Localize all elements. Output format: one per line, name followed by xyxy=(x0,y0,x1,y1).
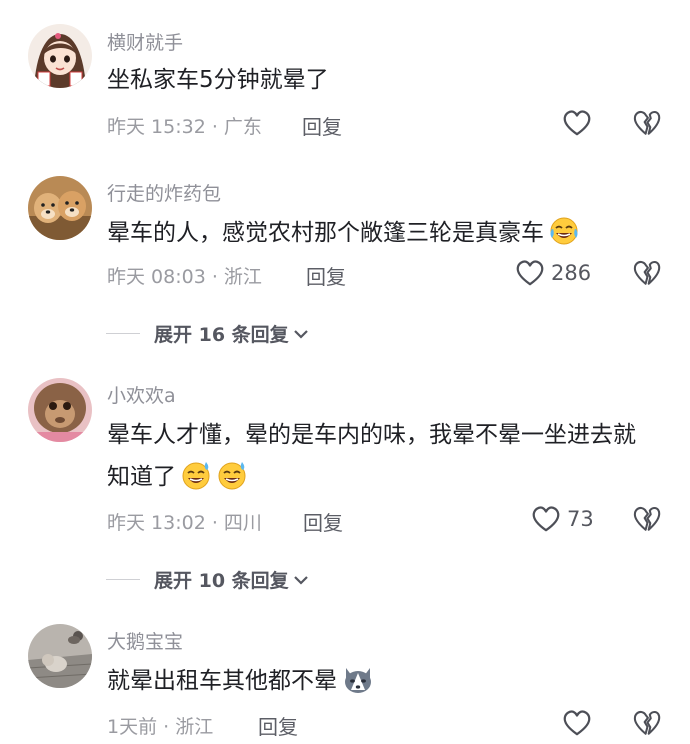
sweat-smile-emoji xyxy=(216,460,248,504)
username[interactable]: 行走的炸药包 xyxy=(107,179,221,206)
heart-outline-icon xyxy=(562,709,592,737)
username[interactable]: 小欢欢a xyxy=(107,381,176,408)
comment-text: 晕车的人，感觉农村那个敞篷三轮是真豪车 xyxy=(107,212,667,260)
expand-replies-label: 展开 10 条回复 xyxy=(154,570,289,592)
expand-replies-label: 展开 16 条回复 xyxy=(154,324,289,346)
comment-meta: 昨天 08:03 · 浙江 xyxy=(107,266,262,288)
broken-heart-icon xyxy=(632,505,662,533)
dislike-button[interactable] xyxy=(632,109,662,141)
comment-text-body: 坐私家车5分钟就晕了 xyxy=(107,67,329,93)
broken-heart-icon xyxy=(632,709,662,737)
sweat-smile-emoji xyxy=(180,460,212,504)
like-button[interactable] xyxy=(562,709,592,737)
comment-meta: 昨天 13:02 · 四川 xyxy=(107,512,262,534)
avatar[interactable] xyxy=(28,378,92,442)
comment-meta: 1天前 · 浙江 xyxy=(107,716,214,738)
avatar[interactable] xyxy=(28,624,92,688)
divider-line xyxy=(106,579,140,580)
comment-text: 就晕出租车其他都不晕 xyxy=(107,660,667,708)
dislike-button[interactable] xyxy=(632,709,662,741)
comment-text-body: 晕车的人，感觉农村那个敞篷三轮是真豪车 xyxy=(107,220,544,246)
like-button[interactable]: 73 xyxy=(531,505,594,533)
heart-outline-icon xyxy=(531,505,561,533)
dislike-button[interactable] xyxy=(632,505,662,537)
heart-outline-icon xyxy=(562,109,592,137)
comment-text-body: 就晕出租车其他都不晕 xyxy=(107,668,337,694)
broken-heart-icon xyxy=(632,109,662,137)
reply-button[interactable]: 回复 xyxy=(306,261,346,290)
comment-text: 晕车人才懂，晕的是车内的味，我晕不晕一坐进去就知道了 xyxy=(107,414,652,504)
like-button[interactable] xyxy=(562,109,592,137)
like-count: 73 xyxy=(567,507,594,531)
dislike-button[interactable] xyxy=(632,259,662,291)
reply-button[interactable]: 回复 xyxy=(302,111,342,140)
expand-replies-button[interactable]: 展开 10 条回复 xyxy=(106,566,309,593)
avatar[interactable] xyxy=(28,176,92,240)
reply-button[interactable]: 回复 xyxy=(303,507,343,536)
chevron-down-icon xyxy=(293,575,308,585)
username[interactable]: 大鹅宝宝 xyxy=(107,627,183,654)
expand-replies-button[interactable]: 展开 16 条回复 xyxy=(106,320,309,347)
chevron-down-icon xyxy=(293,329,308,339)
avatar[interactable] xyxy=(28,24,92,88)
divider-line xyxy=(106,333,140,334)
reply-button[interactable]: 回复 xyxy=(258,711,298,740)
comment-text: 坐私家车5分钟就晕了 xyxy=(107,59,667,101)
like-button[interactable]: 286 xyxy=(515,259,591,287)
laugh-cry-emoji xyxy=(548,216,580,260)
like-count: 286 xyxy=(551,261,592,285)
husky-emoji xyxy=(341,664,375,708)
username[interactable]: 横财就手 xyxy=(107,28,183,55)
comment-meta: 昨天 15:32 · 广东 xyxy=(107,116,262,138)
heart-outline-icon xyxy=(515,259,545,287)
broken-heart-icon xyxy=(632,259,662,287)
